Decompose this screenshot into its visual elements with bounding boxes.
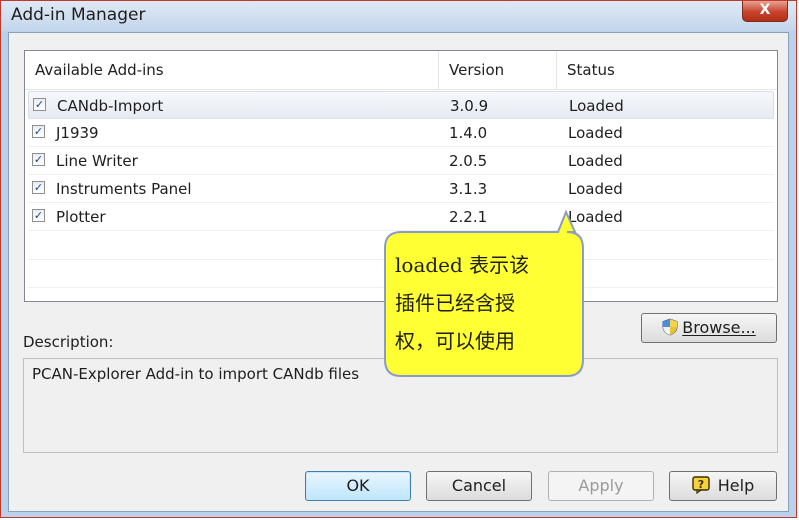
addin-name: Plotter	[56, 208, 106, 226]
list-row[interactable]: ✓ Instruments Panel 3.1.3 Loaded	[28, 175, 774, 203]
help-button-label: Help	[717, 476, 755, 495]
annotation-text: loaded 表示该 插件已经含授 权，可以使用	[395, 246, 575, 360]
close-icon: X	[759, 2, 771, 18]
column-header-status[interactable]: Status	[557, 51, 777, 89]
column-header-name[interactable]: Available Add-ins	[25, 51, 439, 89]
browse-button-label: Browse...	[682, 318, 756, 337]
window-title: Add-in Manager	[11, 5, 146, 25]
uac-shield-icon	[662, 318, 678, 336]
addin-version: 1.4.0	[449, 124, 488, 142]
list-row[interactable]: ✓ CANdb-Import 3.0.9 Loaded	[28, 91, 774, 119]
apply-button[interactable]: Apply	[548, 471, 654, 501]
column-header-version[interactable]: Version	[439, 51, 557, 89]
addin-version: 2.2.1	[449, 208, 488, 226]
checkbox-checked-icon[interactable]: ✓	[32, 125, 45, 138]
addin-name: CANdb-Import	[57, 97, 164, 115]
ok-button[interactable]: OK	[305, 471, 411, 501]
cancel-button[interactable]: Cancel	[426, 471, 532, 501]
description-text: PCAN-Explorer Add-in to import CANdb fil…	[23, 358, 778, 453]
help-icon: ?	[692, 476, 710, 494]
addin-name: J1939	[56, 124, 99, 142]
addin-version: 2.0.5	[449, 152, 488, 170]
browse-button[interactable]: Browse...	[641, 313, 777, 343]
addin-status: Loaded	[569, 97, 624, 115]
checkbox-checked-icon[interactable]: ✓	[32, 181, 45, 194]
svg-text:?: ?	[698, 478, 704, 491]
checkbox-checked-icon[interactable]: ✓	[32, 153, 45, 166]
addin-version: 3.0.9	[450, 97, 489, 115]
addin-name: Instruments Panel	[56, 180, 192, 198]
annotation-line: 插件已经含授	[395, 291, 515, 315]
checkbox-checked-icon[interactable]: ✓	[32, 209, 45, 222]
addin-status: Loaded	[568, 152, 623, 170]
description-label: Description:	[23, 333, 114, 351]
close-button[interactable]: X	[742, 1, 788, 22]
help-button[interactable]: ? Help	[669, 471, 777, 501]
list-row[interactable]: ✓ Plotter 2.2.1 Loaded	[28, 203, 774, 231]
list-header: Available Add-ins Version Status	[25, 51, 777, 90]
annotation-line: 权，可以使用	[395, 329, 515, 353]
addin-status: Loaded	[568, 180, 623, 198]
checkbox-checked-icon[interactable]: ✓	[33, 98, 46, 111]
addin-status: Loaded	[568, 208, 623, 226]
list-row[interactable]: ✓ Line Writer 2.0.5 Loaded	[28, 147, 774, 175]
addin-status: Loaded	[568, 124, 623, 142]
title-bar[interactable]: Add-in Manager X	[1, 1, 796, 31]
annotation-line: loaded 表示该	[395, 253, 530, 277]
list-row[interactable]: ✓ J1939 1.4.0 Loaded	[28, 119, 774, 147]
addin-version: 3.1.3	[449, 180, 488, 198]
addin-name: Line Writer	[56, 152, 138, 170]
